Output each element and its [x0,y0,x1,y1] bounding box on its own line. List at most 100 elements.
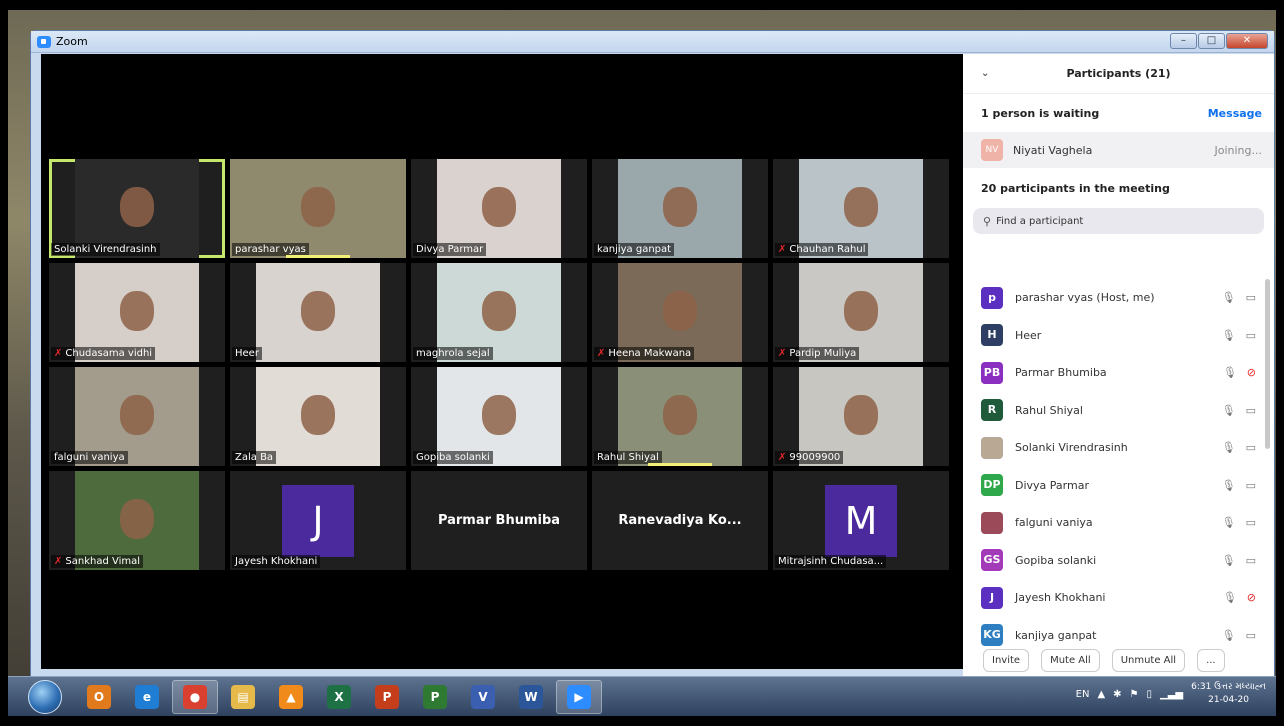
scrollbar[interactable] [1265,279,1270,449]
clock-date: 21-04-20 [1208,695,1249,705]
taskbar-app[interactable]: ▶ [556,679,602,714]
participant-row[interactable]: J Jayesh Khokhani 🎙︎ ⊘ [963,579,1274,617]
tile-name-label: ✗ Chauhan Rahul [775,243,869,256]
video-camera-icon: ▭ [1245,628,1256,642]
microphone-icon: 🎙︎ [1221,628,1236,642]
taskbar-app[interactable]: e [124,680,170,714]
tile-name-label: Jayesh Khokhani [232,555,321,568]
taskbar-app[interactable]: X [316,680,362,714]
start-button[interactable] [28,679,62,714]
avatar: H [981,324,1003,347]
show-hidden-icons-icon[interactable]: ▲ [1097,689,1105,700]
taskbar-app[interactable]: V [460,680,506,714]
taskbar-app[interactable]: W [508,680,554,714]
participant-row[interactable]: R Rahul Shiyal 🎙︎ ▭ [963,392,1274,430]
video-tile[interactable]: J Jayesh Khokhani [230,471,406,570]
participant-name: falguni vaniya [54,452,125,463]
tile-name: Ranevadiya Ko... [618,513,742,528]
unmute-all-button[interactable]: Unmute All [1111,648,1186,672]
participant-status-icons: 🎙︎ ▭ [1222,291,1256,304]
participant-name: parashar vyas [235,244,306,255]
video-tile[interactable]: ✗ Chudasama vidhi [49,263,225,362]
mute-all-button[interactable]: Mute All [1041,648,1100,672]
participant-list: p parashar vyas (Host, me) 🎙︎ ▭ H Heer 🎙︎ ▭ PB Pa… [963,279,1274,654]
participant-status-icons: 🎙︎ ▭ [1222,441,1256,454]
maximize-button[interactable]: □ [1198,33,1225,49]
mic-muted-icon: ✗ [54,348,63,359]
video-tile[interactable]: Solanki Virendrasinh [49,159,225,258]
bluetooth-icon[interactable]: ✱ [1113,689,1121,700]
video-tile[interactable]: falguni vaniya [49,367,225,466]
video-tile[interactable]: Rahul Shiyal [592,367,768,466]
chevron-down-icon[interactable]: ⌄ [981,68,989,79]
avatar: J [282,485,354,557]
battery-icon[interactable]: ▯ [1147,689,1153,700]
video-tile[interactable]: Zala Ba [230,367,406,466]
participant-row[interactable]: H Heer 🎙︎ ▭ [963,317,1274,355]
video-tile[interactable]: ✗ Pardip Muliya [773,263,949,362]
participant-name: Chudasama vidhi [65,348,153,359]
language-indicator[interactable]: EN [1076,689,1090,700]
video-off-icon: ⊘ [1246,591,1256,605]
video-tile[interactable]: ✗ Sankhad Vimal [49,471,225,570]
zoom-logo-icon [37,35,51,48]
close-button[interactable]: ✕ [1226,33,1268,49]
video-tile[interactable]: Ranevadiya Ko... [592,471,768,570]
video-tile[interactable]: Divya Parmar [411,159,587,258]
message-button[interactable]: Message [1208,107,1262,120]
video-camera-icon: ▭ [1245,478,1256,492]
participant-name: falguni vaniya [1015,516,1093,530]
participant-row[interactable]: DP Divya Parmar 🎙︎ ▭ [963,467,1274,505]
participant-row[interactable]: falguni vaniya 🎙︎ ▭ [963,504,1274,542]
desktop: Zoom – □ ✕ Solanki Virendrasinh parashar … [8,10,1276,716]
taskbar-app[interactable]: P [364,680,410,714]
participant-status-icons: 🎙︎ ▭ [1222,516,1256,529]
taskbar-app[interactable]: P [412,680,458,714]
video-tile[interactable]: Heer [230,263,406,362]
video-tile[interactable]: parashar vyas [230,159,406,258]
search-input[interactable]: ⚲ Find a participant [973,208,1264,234]
invite-button[interactable]: Invite [983,648,1030,672]
participant-row[interactable]: p parashar vyas (Host, me) 🎙︎ ▭ [963,279,1274,317]
more-button[interactable]: ... [1197,648,1225,672]
taskbar-app[interactable]: O [76,680,122,714]
participant-name: Chauhan Rahul [789,244,866,255]
signal-icon[interactable]: ▁▃▅ [1160,689,1183,700]
microphone-icon: 🎙︎ [1222,591,1237,605]
taskbar-apps: Oe ● ▤ ▲ X P P V W ▶ [76,679,604,714]
video-tile[interactable]: maghrola sejal [411,263,587,362]
participant-name: kanjiya ganpat [1015,628,1097,642]
avatar: GS [981,549,1003,572]
clock[interactable]: 6:31 ઉત્તર મધ્યાહ્ન 21-04-20 [1191,681,1266,707]
video-tile[interactable]: ✗ 99009900 [773,367,949,466]
minimize-button[interactable]: – [1170,33,1197,49]
video-tile[interactable]: M Mitrajsinh Chudasa... [773,471,949,570]
speaking-indicator [286,255,350,258]
participant-name: Mitrajsinh Chudasa... [778,556,884,567]
taskbar-app[interactable]: ● [172,679,218,714]
participant-name: Solanki Virendrasinh [1015,441,1128,455]
waiting-participant[interactable]: NV Niyati Vaghela Joining... [963,132,1274,168]
video-camera-icon: ▭ [1245,403,1256,417]
waiting-room-header: 1 person is waiting Message [963,94,1274,132]
chrome-icon: ● [183,684,207,709]
video-tile[interactable]: Parmar Bhumiba [411,471,587,570]
in-meeting-label: 20 participants in the meeting [981,181,1170,195]
video-tile[interactable]: kanjiya ganpat [592,159,768,258]
excel-icon: X [327,684,351,709]
participant-row[interactable]: PB Parmar Bhumiba 🎙︎ ⊘ [963,354,1274,392]
participant-row[interactable]: Solanki Virendrasinh 🎙︎ ▭ [963,429,1274,467]
participant-row[interactable]: GS Gopiba solanki 🎙︎ ▭ [963,542,1274,580]
taskbar-app[interactable]: ▤ [220,680,266,714]
flag-icon[interactable]: ⚑ [1130,689,1139,700]
video-tile[interactable]: ✗ Heena Makwana [592,263,768,362]
video-tile[interactable]: Gopiba solanki [411,367,587,466]
microphone-icon: 🎙︎ [1221,403,1236,417]
participant-name: Jayesh Khokhani [235,556,318,567]
taskbar-app[interactable]: ▲ [268,680,314,714]
tile-name-label: ✗ Sankhad Vimal [51,555,144,568]
video-tile[interactable]: ✗ Chauhan Rahul [773,159,949,258]
participant-status-icons: 🎙︎ ▭ [1222,329,1256,342]
participant-name: kanjiya ganpat [597,244,672,255]
screen-frame: Zoom – □ ✕ Solanki Virendrasinh parashar … [0,0,1284,726]
